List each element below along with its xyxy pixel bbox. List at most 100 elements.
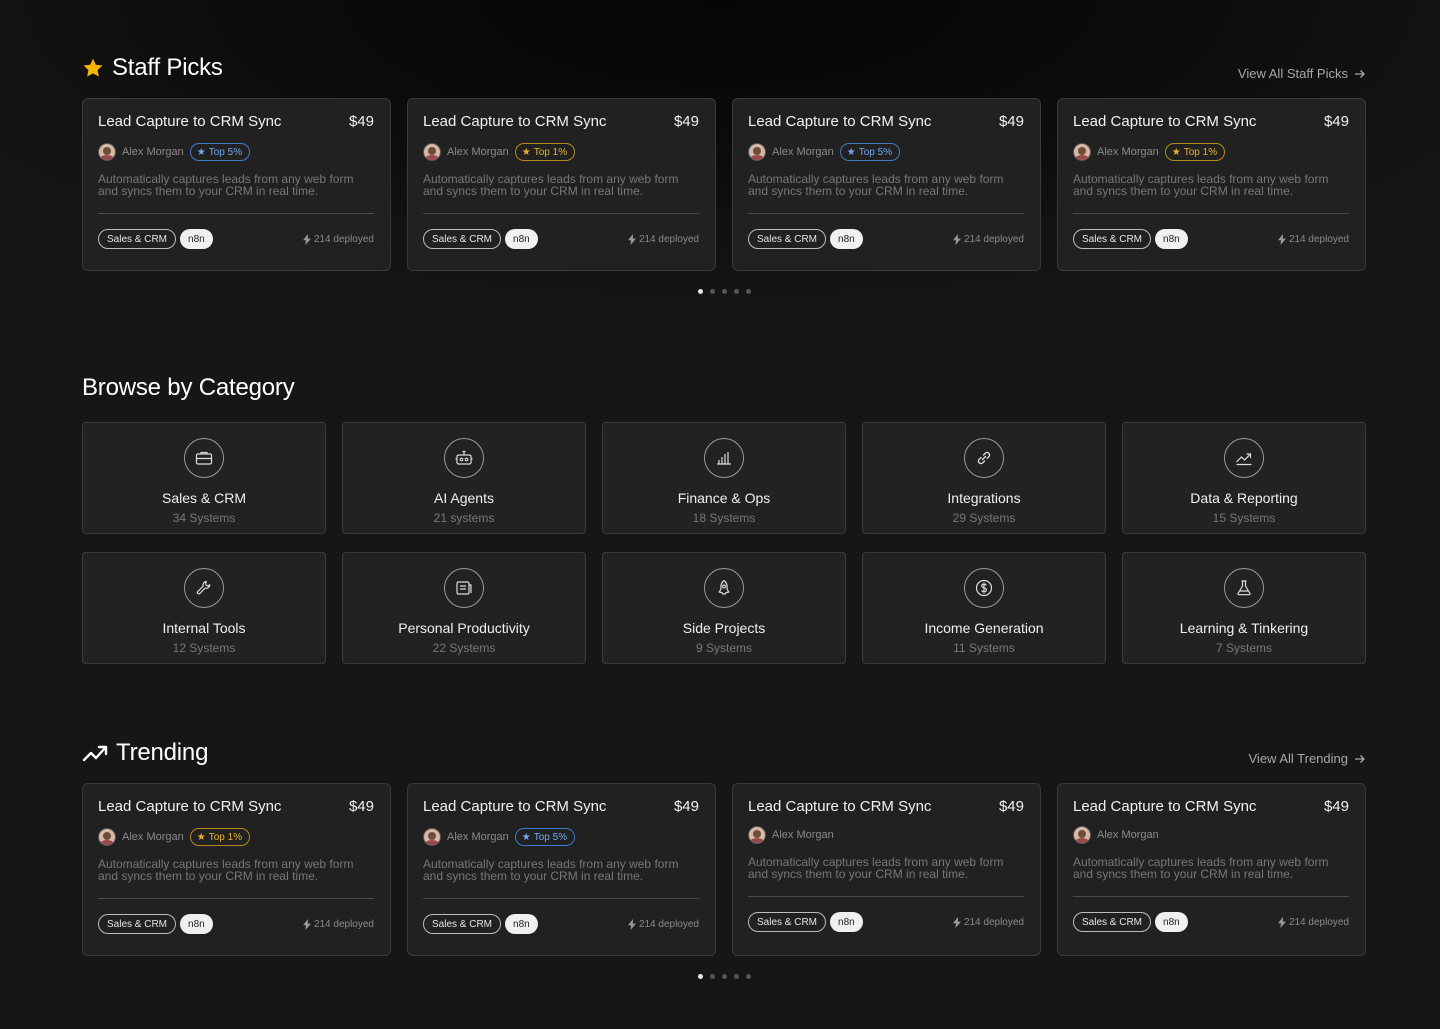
system-card[interactable]: Lead Capture to CRM Sync $49 Alex Morgan… — [1057, 98, 1366, 271]
card-divider — [98, 898, 374, 899]
category-tile[interactable]: Learning & Tinkering 7 Systems — [1122, 552, 1366, 664]
category-tag[interactable]: Sales & CRM — [1073, 229, 1152, 249]
author-name: Alex Morgan — [1097, 146, 1159, 158]
lightning-icon — [302, 233, 311, 245]
lightning-icon — [627, 918, 636, 930]
pagination-dot[interactable] — [697, 974, 703, 979]
card-divider — [748, 213, 1024, 214]
rank-badge-label: Top 5% — [858, 146, 893, 158]
section-title-text: Staff Picks — [112, 54, 223, 81]
star-icon: ★ — [846, 146, 856, 158]
system-card[interactable]: Lead Capture to CRM Sync $49 Alex Morgan… — [407, 98, 716, 271]
pagination-dot[interactable] — [745, 974, 751, 979]
pagination-dot[interactable] — [697, 289, 703, 294]
system-card[interactable]: Lead Capture to CRM Sync $49 Alex Morgan… — [407, 783, 716, 956]
platform-tag[interactable]: n8n — [505, 914, 538, 934]
deployed-label: 214 deployed — [963, 233, 1024, 245]
category-tag[interactable]: Sales & CRM — [98, 229, 177, 249]
card-price: $49 — [673, 797, 699, 815]
rank-badge-label: Top 1% — [208, 831, 243, 843]
flask-icon — [1224, 568, 1264, 608]
category-name: Finance & Ops — [677, 490, 771, 506]
category-tile[interactable]: Finance & Ops 18 Systems — [602, 422, 846, 534]
deployed-label: 214 deployed — [313, 233, 374, 245]
pagination-dot[interactable] — [709, 974, 715, 979]
card-description: Automatically captures leads from any we… — [98, 172, 354, 198]
system-card[interactable]: Lead Capture to CRM Sync $49 Alex Morgan… — [732, 98, 1041, 271]
author-name: Alex Morgan — [772, 146, 834, 158]
category-tag[interactable]: Sales & CRM — [98, 914, 177, 934]
arrow-right-icon — [1355, 69, 1365, 78]
deployed-count: 214 deployed — [627, 918, 699, 930]
pagination-dot[interactable] — [721, 974, 727, 979]
category-tile[interactable]: Income Generation 11 Systems — [862, 552, 1106, 664]
card-description: Automatically captures leads from any we… — [1073, 172, 1329, 198]
card-title: Lead Capture to CRM Sync — [98, 112, 282, 130]
author-name: Alex Morgan — [1097, 829, 1159, 841]
system-card[interactable]: Lead Capture to CRM Sync $49 Alex Morgan… — [82, 98, 391, 271]
category-tile[interactable]: Side Projects 9 Systems — [602, 552, 846, 664]
section-title-text: Trending — [116, 739, 209, 766]
system-card[interactable]: Lead Capture to CRM Sync $49 Alex Morgan… — [1057, 783, 1366, 956]
card-divider — [1073, 896, 1349, 897]
star-icon: ★ — [196, 146, 206, 158]
view-all-trending-link[interactable]: View All Trending — [1249, 751, 1367, 766]
staff-picks-pagination — [82, 289, 1366, 294]
system-card[interactable]: Lead Capture to CRM Sync $49 Alex Morgan… — [82, 783, 391, 956]
card-description: Automatically captures leads from any we… — [423, 172, 679, 198]
category-tile[interactable]: AI Agents 21 systems — [342, 422, 586, 534]
bar-chart-icon — [704, 438, 744, 478]
category-tag[interactable]: Sales & CRM — [423, 229, 502, 249]
card-price: $49 — [673, 112, 699, 130]
pagination-dot[interactable] — [733, 974, 739, 979]
platform-tag[interactable]: n8n — [1155, 912, 1188, 932]
lightning-icon — [302, 918, 311, 930]
deployed-label: 214 deployed — [1288, 233, 1349, 245]
platform-tag[interactable]: n8n — [830, 229, 863, 249]
pagination-dot[interactable] — [709, 289, 715, 294]
deployed-label: 214 deployed — [638, 918, 699, 930]
category-tag[interactable]: Sales & CRM — [1073, 912, 1152, 932]
pagination-dot[interactable] — [721, 289, 727, 294]
lightning-icon — [1277, 916, 1286, 928]
category-tag[interactable]: Sales & CRM — [748, 912, 827, 932]
system-card[interactable]: Lead Capture to CRM Sync $49 Alex Morgan… — [732, 783, 1041, 956]
category-tile[interactable]: Internal Tools 12 Systems — [82, 552, 326, 664]
lightning-icon — [1277, 233, 1286, 245]
card-title: Lead Capture to CRM Sync — [748, 112, 932, 130]
platform-tag[interactable]: n8n — [180, 914, 213, 934]
platform-tag[interactable]: n8n — [180, 229, 213, 249]
category-tile[interactable]: Sales & CRM 34 Systems — [82, 422, 326, 534]
star-icon: ★ — [521, 146, 531, 158]
platform-tag[interactable]: n8n — [830, 912, 863, 932]
star-icon: ★ — [521, 831, 531, 843]
category-tile[interactable]: Integrations 29 Systems — [862, 422, 1106, 534]
card-price: $49 — [1323, 112, 1349, 130]
category-count: 9 Systems — [695, 641, 752, 655]
category-count: 22 Systems — [432, 641, 496, 655]
platform-tag[interactable]: n8n — [505, 229, 538, 249]
category-tag[interactable]: Sales & CRM — [423, 914, 502, 934]
avatar — [98, 143, 116, 161]
trend-line-icon — [1224, 438, 1264, 478]
star-icon: ★ — [1171, 146, 1181, 158]
rank-badge: ★ Top 1% — [1164, 143, 1226, 161]
view-all-label: View All Staff Picks — [1237, 66, 1348, 81]
category-tile[interactable]: Data & Reporting 15 Systems — [1122, 422, 1366, 534]
view-all-staff-picks-link[interactable]: View All Staff Picks — [1238, 66, 1366, 81]
card-description: Automatically captures leads from any we… — [748, 172, 1004, 198]
deployed-count: 214 deployed — [627, 233, 699, 245]
trending-header: Trending View All Trending — [82, 739, 1366, 771]
category-name: Income Generation — [924, 620, 1044, 636]
trending-title: Trending — [82, 739, 1366, 767]
pagination-dot[interactable] — [733, 289, 739, 294]
platform-tag[interactable]: n8n — [1155, 229, 1188, 249]
browse-category-section: Browse by Category Sales & CRM 34 Systems… — [82, 374, 1366, 664]
pagination-dot[interactable] — [745, 289, 751, 294]
star-icon — [83, 58, 103, 77]
avatar — [748, 143, 766, 161]
author-name: Alex Morgan — [772, 829, 834, 841]
card-divider — [748, 896, 1024, 897]
category-tile[interactable]: Personal Productivity 22 Systems — [342, 552, 586, 664]
category-tag[interactable]: Sales & CRM — [748, 229, 827, 249]
